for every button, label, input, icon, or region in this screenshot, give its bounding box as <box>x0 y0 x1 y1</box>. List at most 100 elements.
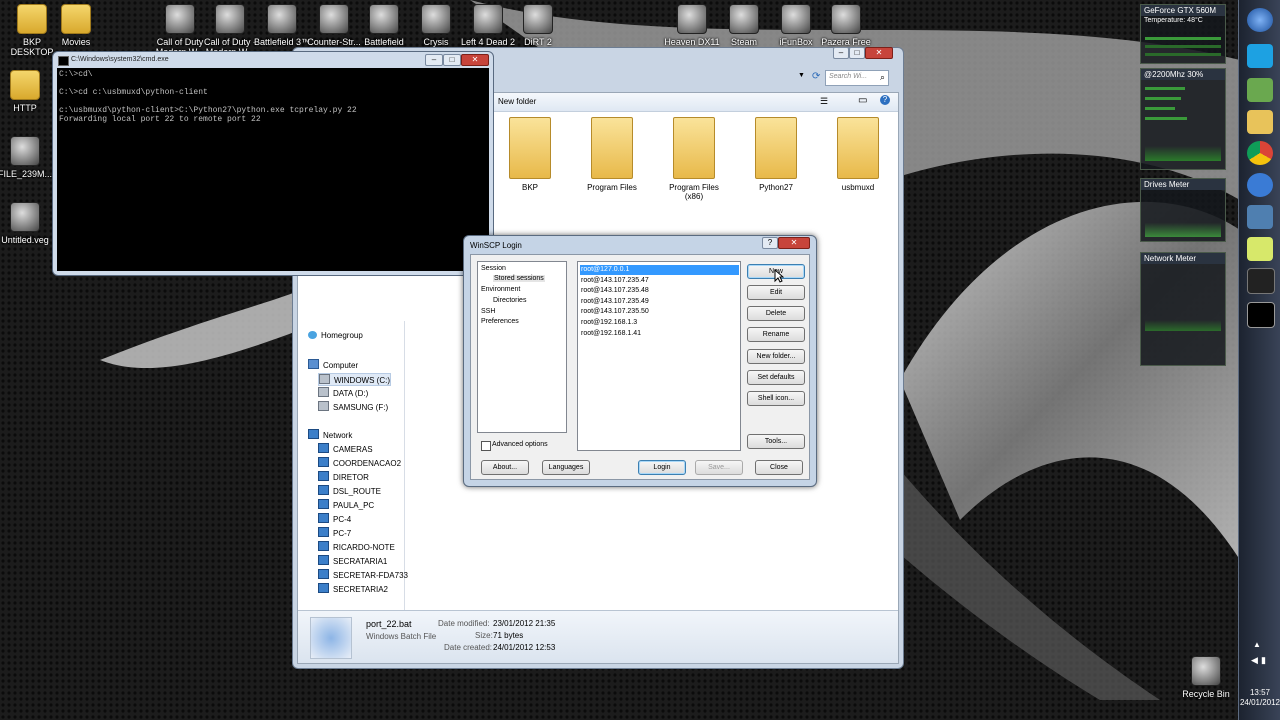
nav-network-host[interactable]: CAMERAS <box>318 443 373 454</box>
advanced-options-label[interactable]: Advanced options <box>492 441 548 448</box>
computer-icon <box>318 471 329 481</box>
delete-session-button[interactable]: Delete <box>747 306 805 321</box>
refresh-icon[interactable]: ⟳ <box>812 71 820 82</box>
desktop-icon[interactable]: HTTP <box>0 70 57 113</box>
new-folder-button[interactable]: New folder <box>498 97 536 106</box>
new-folder-session-button[interactable]: New folder... <box>747 349 805 364</box>
languages-button[interactable]: Languages <box>542 460 590 475</box>
search-icon[interactable]: ⌕ <box>880 72 885 83</box>
desktop-icon[interactable]: Recycle Bin <box>1174 656 1238 699</box>
folder-item[interactable]: usbmuxd <box>822 117 894 192</box>
clock[interactable]: 13:57 24/01/2012 <box>1239 688 1280 708</box>
tree-directories[interactable]: Directories <box>493 297 526 304</box>
explorer-close-button[interactable]: ✕ <box>865 47 893 59</box>
nav-network-host[interactable]: SECRATARIA1 <box>318 555 387 566</box>
skype-icon[interactable] <box>1247 44 1273 68</box>
cpu-gadget[interactable]: @2200Mhz 30% <box>1140 68 1226 170</box>
nav-network[interactable]: Network <box>308 429 352 440</box>
advanced-options-checkbox[interactable] <box>481 441 491 451</box>
session-row[interactable]: root@192.168.1.41 <box>580 329 739 339</box>
session-row[interactable]: root@192.168.1.3 <box>580 318 739 328</box>
nav-homegroup[interactable]: Homegroup <box>308 331 363 340</box>
nav-drive[interactable]: WINDOWS (C:) <box>318 373 391 386</box>
session-row[interactable]: root@127.0.0.1 <box>580 265 739 275</box>
cmd-maximize-button[interactable]: □ <box>443 54 461 66</box>
folder-item[interactable]: Python27 <box>740 117 812 192</box>
explorer-icon[interactable] <box>1247 110 1273 134</box>
session-row[interactable]: root@143.107.235.49 <box>580 297 739 307</box>
folder-label: Program Files (x86) <box>669 183 719 201</box>
gpu-gadget[interactable]: GeForce GTX 560M Temperature: 48°C <box>1140 4 1226 64</box>
preview-pane-icon[interactable]: ▭ <box>858 95 867 106</box>
view-icon[interactable]: ☰ <box>820 96 828 107</box>
tray-speaker-icon[interactable]: ◀ <box>1251 655 1258 666</box>
cmd-titlebar[interactable]: C:\Windows\system32\cmd.exe – □ ✕ <box>53 52 493 68</box>
about-button[interactable]: About... <box>481 460 529 475</box>
winscp-login-dialog[interactable]: WinSCP Login ? ✕ Session Stored sessions… <box>463 235 817 487</box>
save-button[interactable]: Save... <box>695 460 743 475</box>
nav-network-host[interactable]: DIRETOR <box>318 471 369 482</box>
tree-environment[interactable]: Environment <box>481 286 520 293</box>
chevron-down-icon[interactable]: ▼ <box>798 72 805 79</box>
desktop-icon[interactable]: Untitled.veg <box>0 202 57 245</box>
nav-network-host[interactable]: COORDENACAO2 <box>318 457 401 468</box>
desktop-icon[interactable]: Movies <box>44 4 108 47</box>
login-button[interactable]: Login <box>638 460 686 475</box>
session-row[interactable]: root@143.107.235.50 <box>580 307 739 317</box>
itunes-icon[interactable] <box>1247 173 1273 197</box>
date-modified-label: Date modified: <box>438 619 490 628</box>
tray-network-icon[interactable]: ▮ <box>1261 655 1266 666</box>
search-box[interactable]: Search Wi... ⌕ <box>825 70 889 86</box>
cmd-window[interactable]: C:\Windows\system32\cmd.exe – □ ✕ C:\>cd… <box>52 51 494 276</box>
nav-network-host[interactable]: PC-4 <box>318 513 351 524</box>
network-meter-gadget[interactable]: Network Meter <box>1140 252 1226 366</box>
tree-stored-sessions[interactable]: Stored sessions <box>493 275 545 282</box>
tools-button[interactable]: Tools... <box>747 434 805 449</box>
winscp-help-button[interactable]: ? <box>762 237 778 249</box>
session-row[interactable]: root@143.107.235.47 <box>580 276 739 286</box>
close-button[interactable]: Close <box>755 460 803 475</box>
folder-label: Program Files <box>587 183 637 192</box>
cmd-taskbar-icon[interactable] <box>1247 302 1275 328</box>
session-row[interactable]: root@143.107.235.48 <box>580 286 739 296</box>
cmd-close-button[interactable]: ✕ <box>461 54 489 66</box>
nav-drive[interactable]: DATA (D:) <box>318 387 368 398</box>
drives-meter-gadget[interactable]: Drives Meter <box>1140 178 1226 242</box>
nav-network-host[interactable]: PAULA_PC <box>318 499 374 510</box>
nav-network-host[interactable]: DSL_ROUTE <box>318 485 381 496</box>
nav-computer[interactable]: Computer <box>308 359 358 370</box>
tray-arrow-icon[interactable]: ▲ <box>1253 640 1261 649</box>
notes-icon[interactable] <box>1247 237 1273 261</box>
cmd-output[interactable]: C:\>cd\ C:\>cd c:\usbmuxd\python-client … <box>57 68 489 271</box>
explorer-maximize-button[interactable]: □ <box>849 47 865 59</box>
shell-icon-button[interactable]: Shell icon... <box>747 391 805 406</box>
nav-network-host[interactable]: SECRETARIA2 <box>318 583 388 594</box>
folder-item[interactable]: BKP <box>494 117 566 192</box>
tree-preferences[interactable]: Preferences <box>481 318 519 325</box>
explorer-minimize-button[interactable]: – <box>833 47 849 59</box>
tree-ssh[interactable]: SSH <box>481 308 495 315</box>
cpu-core-bar-1 <box>1145 87 1185 90</box>
tree-session[interactable]: Session <box>481 265 506 272</box>
set-defaults-button[interactable]: Set defaults <box>747 370 805 385</box>
desktop-icon[interactable]: DiRT 2 <box>506 4 570 47</box>
nav-network-host[interactable]: PC-7 <box>318 527 351 538</box>
winscp-close-button[interactable]: ✕ <box>778 237 810 249</box>
nav-network-host[interactable]: RICARDO-NOTE <box>318 541 395 552</box>
nav-drive[interactable]: SAMSUNG (F:) <box>318 401 388 412</box>
folder-item[interactable]: Program Files (x86) <box>658 117 730 201</box>
desktop-icon[interactable]: FILE_239M... <box>0 136 57 179</box>
computer-icon <box>318 583 329 593</box>
edit-session-button[interactable]: Edit <box>747 285 805 300</box>
start-button[interactable] <box>1247 8 1273 32</box>
rename-session-button[interactable]: Rename <box>747 327 805 342</box>
help-icon[interactable]: ? <box>880 95 890 105</box>
chrome-icon[interactable] <box>1247 141 1273 165</box>
folder-item[interactable]: Program Files <box>576 117 648 192</box>
stored-sessions-list[interactable]: root@127.0.0.1 root@143.107.235.47 root@14… <box>577 261 741 451</box>
control-panel-icon[interactable] <box>1247 78 1273 102</box>
nav-network-host[interactable]: SECRETAR-FDA733 <box>318 569 408 580</box>
taskbar-app-icon[interactable] <box>1247 268 1275 294</box>
cmd-minimize-button[interactable]: – <box>425 54 443 66</box>
network-tool-icon[interactable] <box>1247 205 1273 229</box>
